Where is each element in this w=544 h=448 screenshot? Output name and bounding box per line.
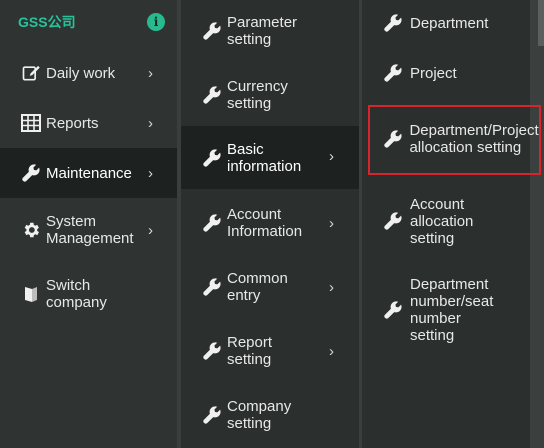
selection-highlight (368, 105, 541, 175)
wrench-icon (201, 84, 223, 106)
wrench-icon (201, 276, 223, 298)
menu-item-system-management[interactable]: System Management › (0, 212, 177, 248)
chevron-right-icon: › (148, 164, 153, 182)
scrollbar-thumb[interactable] (538, 0, 544, 46)
submenu-item-department-number-seat-number-setting[interactable]: Department number/seat number setting (362, 275, 530, 345)
wrench-icon (382, 12, 404, 34)
chevron-right-icon: › (148, 222, 153, 239)
menu-item-label: System Management (46, 213, 134, 247)
submenu-item-account-information[interactable]: Account Information › (181, 204, 359, 242)
submenu-item-common-entry[interactable]: Common entry › (181, 268, 359, 306)
submenu-item-label: Project (410, 64, 457, 82)
chevron-right-icon: › (329, 215, 334, 232)
submenu-item-label: Report setting (227, 334, 273, 368)
submenu-item-label: Parameter setting (227, 14, 298, 48)
gear-icon (20, 219, 42, 241)
submenu-item-project[interactable]: Project (362, 60, 530, 86)
info-icon[interactable]: i (147, 13, 165, 31)
submenu-item-department[interactable]: Department (362, 10, 530, 36)
chevron-right-icon: › (148, 64, 153, 82)
chevron-right-icon: › (329, 279, 334, 296)
wrench-icon (201, 147, 223, 169)
submenu-item-currency-setting[interactable]: Currency setting (181, 76, 359, 114)
menu-item-label: Maintenance (46, 164, 132, 182)
wrench-icon (20, 162, 42, 184)
menu-item-switch-company[interactable]: Switch company (0, 276, 177, 312)
submenu-item-account-allocation-setting[interactable]: Account allocation setting (362, 194, 530, 248)
menu-item-reports[interactable]: Reports › (0, 106, 177, 140)
submenu-item-basic-information[interactable]: Basic information › (181, 126, 359, 189)
submenu-item-company-setting[interactable]: Company setting (181, 396, 359, 434)
chevron-right-icon: › (148, 114, 153, 132)
table-icon (20, 112, 42, 134)
edit-icon (20, 62, 42, 84)
submenu-item-parameter-setting[interactable]: Parameter setting (181, 12, 359, 50)
menu-item-label: Daily work (46, 64, 116, 82)
submenu-item-label: Basic information (227, 140, 302, 175)
book-icon (20, 283, 42, 305)
brand-title: GSS公司 (18, 14, 76, 30)
menu-item-daily-work[interactable]: Daily work › (0, 56, 177, 90)
wrench-icon (382, 299, 404, 321)
chevron-right-icon: › (329, 148, 334, 165)
submenu-item-label: Company setting (227, 398, 292, 432)
submenu-item-report-setting[interactable]: Report setting › (181, 332, 359, 370)
wrench-icon (201, 20, 223, 42)
wrench-icon (382, 210, 404, 232)
chevron-right-icon: › (329, 343, 334, 360)
menu-item-maintenance[interactable]: Maintenance › (0, 148, 177, 198)
submenu-item-label: Department number/seat number setting (410, 276, 494, 344)
wrench-icon (201, 212, 223, 234)
submenu-item-label: Account allocation setting (410, 195, 474, 247)
wrench-icon (201, 404, 223, 426)
menu-item-label: Reports (46, 114, 99, 132)
wrench-icon (201, 340, 223, 362)
scrollbar-track[interactable] (530, 0, 544, 448)
wrench-icon (382, 62, 404, 84)
submenu-item-label: Department (410, 14, 489, 32)
menu-item-label: Switch company (46, 277, 107, 311)
submenu-item-label: Currency setting (227, 78, 288, 112)
submenu-item-label: Account Information (227, 206, 303, 240)
submenu-item-label: Common entry (227, 270, 288, 304)
